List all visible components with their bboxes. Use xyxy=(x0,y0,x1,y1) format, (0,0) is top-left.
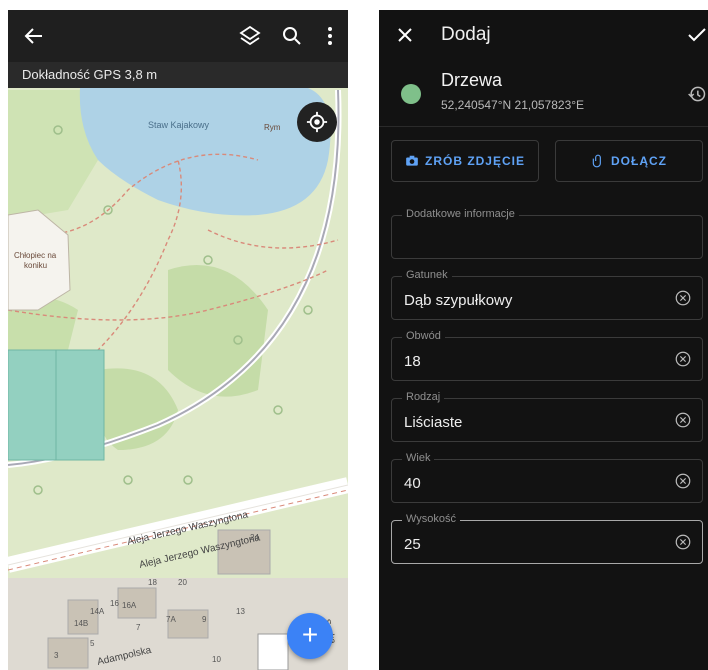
field-type[interactable]: Rodzaj Liściaste xyxy=(391,391,703,442)
take-photo-label: ZRÓB ZDJĘCIE xyxy=(424,154,525,168)
field-value: 18 xyxy=(404,353,421,370)
house-number: 24 xyxy=(250,533,259,542)
field-age[interactable]: Wiek 40 xyxy=(391,452,703,503)
feature-coordinates: 52,240547°N 21,057823°E xyxy=(441,98,585,112)
add-button[interactable]: + xyxy=(287,613,333,659)
map-toolbar xyxy=(8,10,348,62)
form-header: Dodaj xyxy=(379,10,708,62)
field-label: Rodzaj xyxy=(402,391,445,403)
house-number: 14A xyxy=(90,607,105,616)
more-vert-icon[interactable] xyxy=(318,24,342,48)
house-number: 10 xyxy=(212,655,221,664)
attach-button[interactable]: DOŁĄCZ xyxy=(555,140,703,182)
locate-button[interactable] xyxy=(297,102,337,142)
feature-name: Drzewa xyxy=(441,70,503,90)
field-additional-info[interactable]: Dodatkowe informacje xyxy=(391,208,703,259)
field-species[interactable]: Gatunek Dąb szypułkowy xyxy=(391,269,703,320)
clear-icon[interactable] xyxy=(674,533,692,551)
paperclip-icon xyxy=(592,154,601,168)
field-value: Liściaste xyxy=(404,414,463,431)
map-label-pond: Staw Kajakowy xyxy=(148,120,210,130)
field-label: Obwód xyxy=(402,330,445,342)
house-number: 16A xyxy=(122,601,137,610)
map-screen: Staw Kajakowy Rym Chłopiec na koniku Ale… xyxy=(8,10,348,670)
add-feature-screen: Dodaj Drzewa 52,240547°N 21,057823°E ZRÓ… xyxy=(379,10,708,670)
field-value: 25 xyxy=(404,536,421,553)
gps-locate-icon xyxy=(306,111,328,133)
map-label-statue-line2: koniku xyxy=(24,261,47,270)
history-icon[interactable] xyxy=(687,84,707,104)
camera-icon xyxy=(406,155,418,166)
house-number: 9 xyxy=(202,615,207,624)
house-number: 18 xyxy=(148,578,157,587)
clear-icon[interactable] xyxy=(674,289,692,307)
field-label: Wiek xyxy=(402,452,435,464)
house-number: 7 xyxy=(136,623,141,632)
take-photo-button[interactable]: ZRÓB ZDJĘCIE xyxy=(391,140,539,182)
field-circumference[interactable]: Obwód 18 xyxy=(391,330,703,381)
house-number: 16 xyxy=(110,599,119,608)
search-icon[interactable] xyxy=(280,24,304,48)
field-label: Gatunek xyxy=(402,269,452,281)
field-label: Dodatkowe informacje xyxy=(402,208,519,220)
arrow-left-icon[interactable] xyxy=(22,24,46,48)
house-number: 14B xyxy=(74,619,88,628)
house-number: 3 xyxy=(54,651,59,660)
close-icon[interactable] xyxy=(393,23,417,47)
clear-icon[interactable] xyxy=(674,472,692,490)
gps-accuracy: Dokładność GPS 3,8 m xyxy=(8,62,348,88)
clear-icon[interactable] xyxy=(674,411,692,429)
clear-icon[interactable] xyxy=(674,350,692,368)
page-title: Dodaj xyxy=(441,24,491,45)
house-number: 20 xyxy=(178,578,187,587)
field-value: Dąb szypułkowy xyxy=(404,292,513,309)
tree-icon xyxy=(401,84,421,104)
field-value: 40 xyxy=(404,475,421,492)
field-label: Wysokość xyxy=(402,513,461,525)
check-icon[interactable] xyxy=(685,23,708,47)
house-number: 7A xyxy=(166,615,176,624)
house-number: 5 xyxy=(90,639,95,648)
map-label-statue-line1: Chłopiec na xyxy=(14,251,57,260)
map-view[interactable]: Staw Kajakowy Rym Chłopiec na koniku Ale… xyxy=(8,10,348,670)
field-height[interactable]: Wysokość 25 xyxy=(391,513,703,564)
layers-icon[interactable] xyxy=(238,24,262,48)
feature-info: Drzewa 52,240547°N 21,057823°E xyxy=(379,62,708,127)
map-label-rym: Rym xyxy=(264,123,281,132)
attach-label: DOŁĄCZ xyxy=(611,154,667,168)
house-number: 13 xyxy=(236,607,245,616)
